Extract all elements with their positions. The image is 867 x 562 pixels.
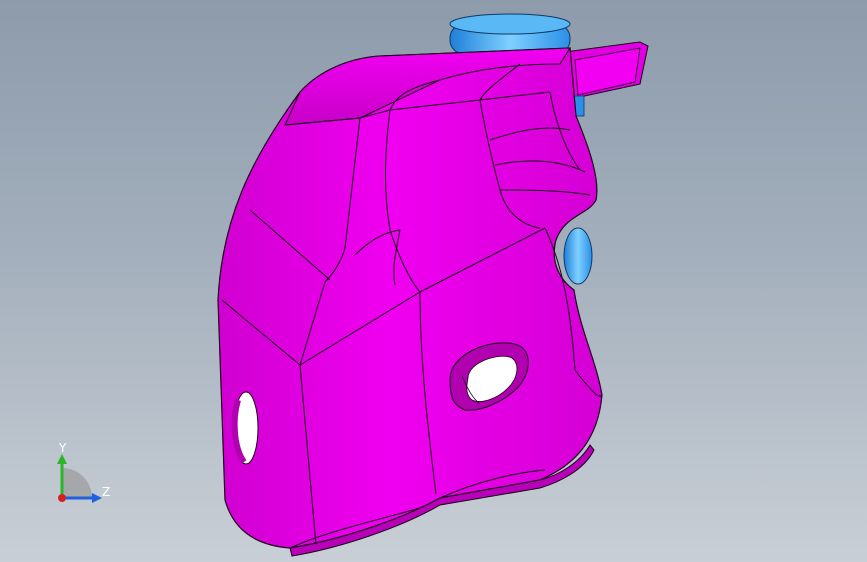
z-axis-label: Z: [102, 485, 111, 499]
side-hole: [231, 391, 259, 465]
axis-triad: Y Z: [40, 438, 120, 510]
3d-model-viewport[interactable]: Y Z: [0, 0, 867, 562]
top-boss: [449, 13, 571, 55]
triad-arrows: [57, 454, 102, 503]
bracket-model[interactable]: [0, 0, 867, 562]
side-boss: [563, 227, 593, 285]
y-axis-label: Y: [59, 441, 67, 455]
